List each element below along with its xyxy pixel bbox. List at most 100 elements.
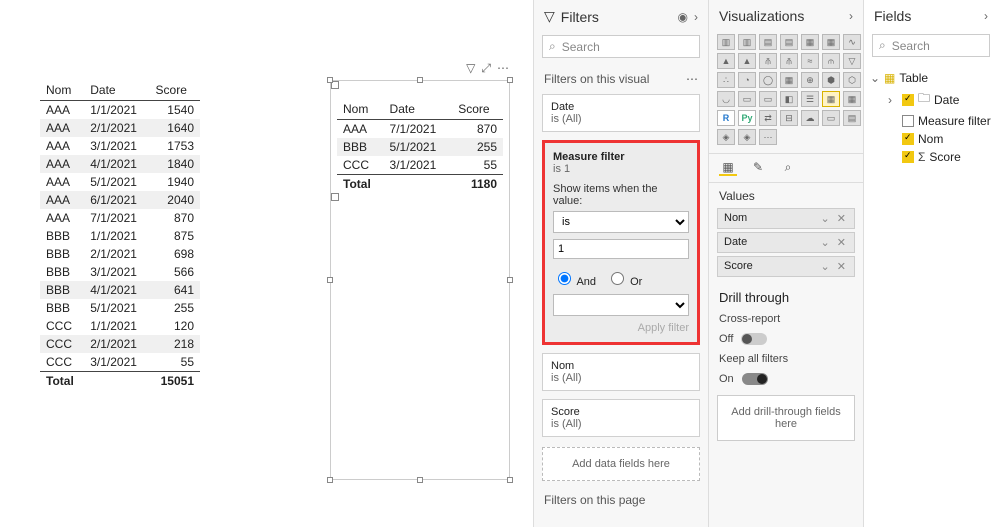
viz-qa[interactable]: ☁ <box>801 110 819 126</box>
column-header[interactable]: Date <box>384 99 453 120</box>
fields-well-icon[interactable]: ▦ <box>719 160 737 176</box>
viz-line-clustered[interactable]: ⫚ <box>780 53 798 69</box>
viz-pie[interactable]: ◔ <box>738 72 756 88</box>
fields-table-node[interactable]: ⌄ ▦ Table <box>870 69 992 87</box>
table-row[interactable]: BBB5/1/2021255 <box>337 138 503 156</box>
fields-item[interactable]: ΣScore <box>870 148 992 166</box>
viz-funnel[interactable]: ▽ <box>843 53 861 69</box>
viz-decomposition[interactable]: ⊟ <box>780 110 798 126</box>
column-header[interactable]: Nom <box>40 80 84 101</box>
well-actions[interactable]: ⌄ ✕ <box>821 260 849 273</box>
filter-card-score[interactable]: Score is (All) <box>542 399 700 437</box>
field-well-item[interactable]: Date⌄ ✕ <box>717 232 855 253</box>
table-row[interactable]: CCC1/1/2021120 <box>40 317 200 335</box>
viz-get-more[interactable]: ⋯ <box>759 129 777 145</box>
fields-search[interactable]: ⌕ Search <box>872 34 990 57</box>
analytics-icon[interactable]: ⌕ <box>779 160 797 176</box>
more-icon[interactable]: ⋯ <box>686 72 698 86</box>
viz-key-influencers[interactable]: ⇄ <box>759 110 777 126</box>
table-row[interactable]: AAA7/1/2021870 <box>337 120 503 139</box>
column-header[interactable]: Score <box>452 99 503 120</box>
filters-search[interactable]: ⌕ Search <box>542 35 700 58</box>
eye-icon[interactable]: ◉ <box>678 10 688 24</box>
table-visual-1[interactable]: NomDateScoreAAA1/1/20211540AAA2/1/202116… <box>40 80 200 390</box>
viz-donut[interactable]: ◯ <box>759 72 777 88</box>
more-options-icon[interactable]: ⋯ <box>497 61 509 76</box>
column-header[interactable]: Date <box>84 80 149 101</box>
and-radio[interactable]: And <box>553 269 596 288</box>
apply-filter-link[interactable]: Apply filter <box>553 322 689 334</box>
table-row[interactable]: AAA5/1/20211940 <box>40 173 200 191</box>
viz-gauge[interactable]: ◡ <box>717 91 735 107</box>
cross-report-toggle[interactable] <box>741 333 767 345</box>
viz-line-column[interactable]: ⫚ <box>759 53 777 69</box>
viz-scatter[interactable]: ∴ <box>717 72 735 88</box>
table-row[interactable]: BBB5/1/2021255 <box>40 299 200 317</box>
viz-stacked-bar[interactable]: ▥ <box>717 34 735 50</box>
fields-item[interactable]: Nom <box>870 130 992 148</box>
viz-shape-map[interactable]: ⬡ <box>843 72 861 88</box>
viz-arcgis[interactable]: ◈ <box>717 129 735 145</box>
table-row[interactable]: BBB3/1/2021566 <box>40 263 200 281</box>
table-row[interactable]: AAA6/1/20212040 <box>40 191 200 209</box>
add-data-fields-drop[interactable]: Add data fields here <box>542 447 700 481</box>
filter-value-input[interactable] <box>553 239 689 259</box>
focus-mode-icon[interactable]: ⤢ <box>481 61 491 76</box>
field-checkbox[interactable] <box>902 133 914 145</box>
viz-multi-card[interactable]: ▭ <box>759 91 777 107</box>
viz-paginated[interactable]: ▤ <box>843 110 861 126</box>
viz-100-bar[interactable]: ▦ <box>801 34 819 50</box>
field-checkbox[interactable] <box>902 151 914 163</box>
filter-card-measure-filter[interactable]: Measure filter is 1 Show items when the … <box>542 140 700 345</box>
viz-stacked-column[interactable]: ▥ <box>738 34 756 50</box>
viz-powerapps[interactable]: ◈ <box>738 129 756 145</box>
drill-through-drop[interactable]: Add drill-through fields here <box>717 395 855 441</box>
table-row[interactable]: AAA4/1/20211840 <box>40 155 200 173</box>
viz-map[interactable]: ⊕ <box>801 72 819 88</box>
viz-card[interactable]: ▭ <box>738 91 756 107</box>
viz-stacked-area[interactable]: ▲ <box>738 53 756 69</box>
viz-clustered-column[interactable]: ▤ <box>780 34 798 50</box>
table-row[interactable]: BBB1/1/2021875 <box>40 227 200 245</box>
viz-treemap[interactable]: ▦ <box>780 72 798 88</box>
filter-card-nom[interactable]: Nom is (All) <box>542 353 700 391</box>
viz-narrative[interactable]: ▭ <box>822 110 840 126</box>
fields-item[interactable]: Measure filter <box>870 112 992 130</box>
viz-clustered-bar[interactable]: ▤ <box>759 34 777 50</box>
viz-area[interactable]: ▲ <box>717 53 735 69</box>
field-checkbox[interactable] <box>902 115 914 127</box>
or-radio[interactable]: Or <box>606 269 642 288</box>
filter-operator-select[interactable]: is <box>553 211 689 233</box>
filter-operator-select-2[interactable] <box>553 294 689 316</box>
table-row[interactable]: CCC3/1/202155 <box>337 156 503 175</box>
viz-line[interactable]: ∿ <box>843 34 861 50</box>
well-actions[interactable]: ⌄ ✕ <box>821 236 849 249</box>
keep-filters-toggle[interactable] <box>742 373 768 385</box>
viz-table[interactable]: ▦ <box>822 91 840 107</box>
field-well-item[interactable]: Score⌄ ✕ <box>717 256 855 277</box>
well-actions[interactable]: ⌄ ✕ <box>821 212 849 225</box>
table-row[interactable]: AAA2/1/20211640 <box>40 119 200 137</box>
viz-filled-map[interactable]: ⬢ <box>822 72 840 88</box>
field-well-item[interactable]: Nom⌄ ✕ <box>717 208 855 229</box>
table-row[interactable]: BBB4/1/2021641 <box>40 281 200 299</box>
table-row[interactable]: AAA1/1/20211540 <box>40 101 200 120</box>
format-icon[interactable]: ✎ <box>749 160 767 176</box>
viz-matrix[interactable]: ▦ <box>843 91 861 107</box>
viz-r-script[interactable]: R <box>717 110 735 126</box>
filter-card-date[interactable]: Date is (All) <box>542 94 700 132</box>
collapse-icon[interactable]: › <box>849 9 853 23</box>
table-row[interactable]: AAA3/1/20211753 <box>40 137 200 155</box>
viz-python[interactable]: Py <box>738 110 756 126</box>
viz-kpi[interactable]: ◧ <box>780 91 798 107</box>
viz-slicer[interactable]: ☰ <box>801 91 819 107</box>
table-row[interactable]: CCC2/1/2021218 <box>40 335 200 353</box>
column-header[interactable]: Nom <box>337 99 384 120</box>
column-header[interactable]: Score <box>150 80 200 101</box>
viz-waterfall[interactable]: ⫙ <box>822 53 840 69</box>
field-checkbox[interactable] <box>902 94 914 106</box>
table-visual-2-selected[interactable]: ▽ ⤢ ⋯ NomDateScoreAAA7/1/2021870BBB5/1/2… <box>330 80 510 480</box>
viz-100-column[interactable]: ▦ <box>822 34 840 50</box>
collapse-icon[interactable]: › <box>694 10 698 24</box>
table-row[interactable]: BBB2/1/2021698 <box>40 245 200 263</box>
